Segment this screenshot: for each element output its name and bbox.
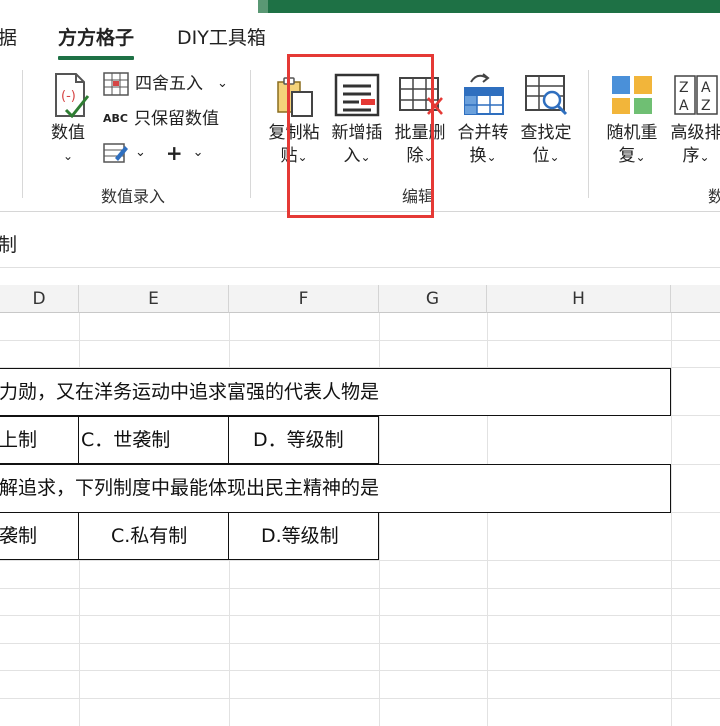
formula-bar-text: 制	[0, 234, 18, 256]
find-locate-label-2: 位	[532, 146, 550, 166]
random-repeat-button[interactable]: 随机重 复⌄	[600, 72, 664, 169]
insert-label-2: 入	[343, 146, 361, 166]
ribbon-separator	[250, 70, 251, 198]
tab-data[interactable]: 据	[0, 24, 17, 52]
insert-button[interactable]: 新增插 入⌄	[325, 72, 389, 169]
merge-convert-label: 合并转	[457, 123, 509, 143]
q1-option-b-cell[interactable]: 上制	[0, 416, 79, 464]
ribbon-separator	[22, 70, 23, 198]
q2-option-c-cell[interactable]: C.私有制	[78, 512, 229, 560]
edit-cell-row: ⌄ + ⌄	[103, 140, 204, 166]
chevron-down-icon: ⌄	[62, 149, 74, 163]
insert-icon	[334, 73, 380, 117]
copy-paste-label-2: 贴	[280, 146, 298, 166]
tab-fangfang[interactable]: 方方格子	[58, 24, 134, 52]
copy-paste-label: 复制粘	[268, 123, 320, 143]
svg-text:A: A	[679, 98, 689, 114]
round-label: 四舍五入	[135, 74, 203, 94]
grid-line	[0, 615, 720, 616]
abc-icon: ABC	[103, 112, 128, 125]
find-locate-icon	[525, 75, 568, 116]
column-header-d[interactable]: D	[0, 285, 79, 313]
group-label-data: 数	[708, 187, 720, 206]
insert-label: 新增插	[331, 123, 383, 143]
q1-option-c-cell[interactable]: C．世袭制	[78, 416, 229, 464]
batch-delete-label-2: 除	[406, 146, 424, 166]
advanced-sort-label: 高级排	[670, 123, 720, 143]
keep-value-label: 只保留数值	[133, 109, 219, 129]
q2-option-d-cell[interactable]: D.等级制	[228, 512, 379, 560]
title-bar	[0, 0, 720, 20]
advanced-sort-button[interactable]: Z A A Z 高级排 序⌄	[664, 72, 720, 169]
chevron-down-icon: ⌄	[549, 150, 560, 164]
numeric-value-icon: (-)	[55, 73, 90, 118]
group-label-numeric-entry: 数值录入	[101, 187, 166, 206]
column-header-g[interactable]: G	[379, 285, 487, 313]
column-header-e[interactable]: E	[79, 285, 229, 313]
copy-paste-button[interactable]: 复制粘 贴⌄	[262, 72, 326, 169]
random-repeat-icon	[612, 76, 652, 114]
grid-line	[0, 588, 720, 589]
round-icon	[103, 72, 129, 96]
merge-convert-button[interactable]: 合并转 换⌄	[451, 72, 515, 169]
numeric-value-label: 数值	[51, 123, 85, 143]
column-header-f[interactable]: F	[229, 285, 379, 313]
chevron-down-icon: ⌄	[360, 150, 371, 164]
batch-delete-button[interactable]: 批量删 除⌄	[388, 72, 452, 169]
column-header-next[interactable]	[671, 285, 720, 313]
merge-convert-icon	[464, 73, 504, 115]
grid-line	[671, 313, 672, 726]
column-header-h[interactable]: H	[487, 285, 671, 313]
chevron-down-icon: ⌄	[423, 150, 434, 164]
keep-value-button[interactable]: ABC 只保留数值	[103, 106, 219, 132]
ribbon: (-) 数值 ⌄ 四舍五入 ⌄ ABC 只保留数值 ⌄ + ⌄ 数值录入 复制粘…	[0, 62, 720, 212]
active-tab-indicator	[58, 56, 134, 60]
svg-text:(-): (-)	[61, 89, 76, 104]
merge-convert-label-2: 换	[469, 146, 487, 166]
ribbon-separator	[588, 70, 589, 198]
svg-text:Z: Z	[679, 80, 689, 96]
q1-option-d-cell[interactable]: D．等级制	[228, 416, 379, 464]
grid-line	[0, 698, 720, 699]
grid-line	[0, 670, 720, 671]
chevron-down-icon[interactable]: ⌄	[217, 71, 228, 97]
advanced-sort-label-2: 序	[682, 146, 700, 166]
grid-line	[0, 643, 720, 644]
formula-bar[interactable]	[0, 224, 720, 268]
chevron-down-icon: ⌄	[297, 150, 308, 164]
grid-line	[0, 560, 720, 561]
svg-text:A: A	[701, 80, 711, 96]
batch-delete-icon	[399, 77, 443, 115]
random-repeat-label-2: 复	[618, 146, 636, 166]
chevron-down-icon: ⌄	[635, 150, 646, 164]
edit-cell-icon[interactable]	[103, 141, 129, 165]
chevron-down-icon[interactable]: ⌄	[135, 140, 146, 166]
copy-paste-icon	[277, 77, 313, 117]
chevron-down-icon: ⌄	[699, 150, 710, 164]
advanced-sort-icon: Z A A Z	[674, 75, 718, 115]
round-button[interactable]: 四舍五入 ⌄	[103, 71, 228, 97]
tab-diy[interactable]: DIY工具箱	[177, 24, 266, 52]
question-2-cell[interactable]: 解追求，下列制度中最能体现出民主精神的是	[0, 464, 671, 513]
title-bar-accent	[258, 0, 720, 13]
find-locate-label: 查找定	[520, 123, 572, 143]
chevron-down-icon: ⌄	[486, 150, 497, 164]
grid-line	[0, 340, 720, 341]
plus-icon[interactable]: +	[166, 140, 183, 166]
chevron-down-icon[interactable]: ⌄	[193, 140, 204, 166]
group-label-edit: 编辑	[402, 187, 435, 206]
q2-option-b-cell[interactable]: 袭制	[0, 512, 79, 560]
find-locate-button[interactable]: 查找定 位⌄	[514, 72, 578, 169]
random-repeat-label: 随机重	[606, 123, 658, 143]
svg-text:Z: Z	[701, 98, 711, 114]
batch-delete-label: 批量删	[394, 123, 446, 143]
question-1-cell[interactable]: 力勋，又在洋务运动中追求富强的代表人物是	[0, 368, 671, 416]
numeric-value-button[interactable]: (-) 数值 ⌄	[36, 72, 100, 168]
